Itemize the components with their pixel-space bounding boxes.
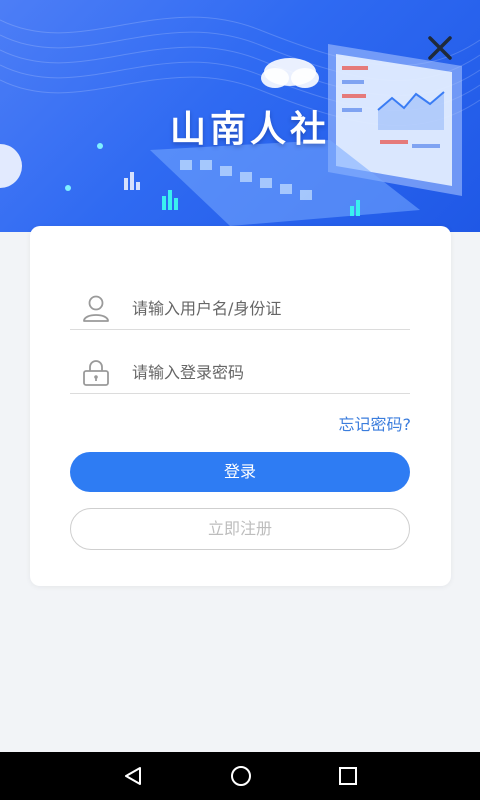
user-icon (83, 295, 109, 322)
username-input[interactable] (132, 299, 402, 318)
recents-square-icon (339, 767, 357, 785)
password-field (70, 352, 410, 394)
recents-button[interactable] (336, 764, 360, 788)
back-triangle-icon (125, 767, 141, 785)
forgot-password-link[interactable]: 忘记密码? (339, 411, 412, 435)
home-circle-icon (231, 766, 251, 786)
username-field (70, 288, 410, 330)
close-button[interactable] (420, 30, 460, 70)
login-button[interactable]: 登录 (70, 452, 410, 492)
close-icon (428, 36, 452, 60)
system-navigation-bar (0, 752, 480, 800)
home-button[interactable] (229, 764, 253, 788)
app-title: 山南人社 (169, 109, 330, 150)
back-button[interactable] (121, 764, 145, 788)
login-card: 忘记密码? 登录 立即注册 (30, 226, 451, 586)
header-banner: 山南人社 (0, 0, 480, 232)
register-button[interactable]: 立即注册 (70, 508, 410, 550)
password-input[interactable] (132, 363, 402, 382)
lock-icon (83, 359, 109, 386)
